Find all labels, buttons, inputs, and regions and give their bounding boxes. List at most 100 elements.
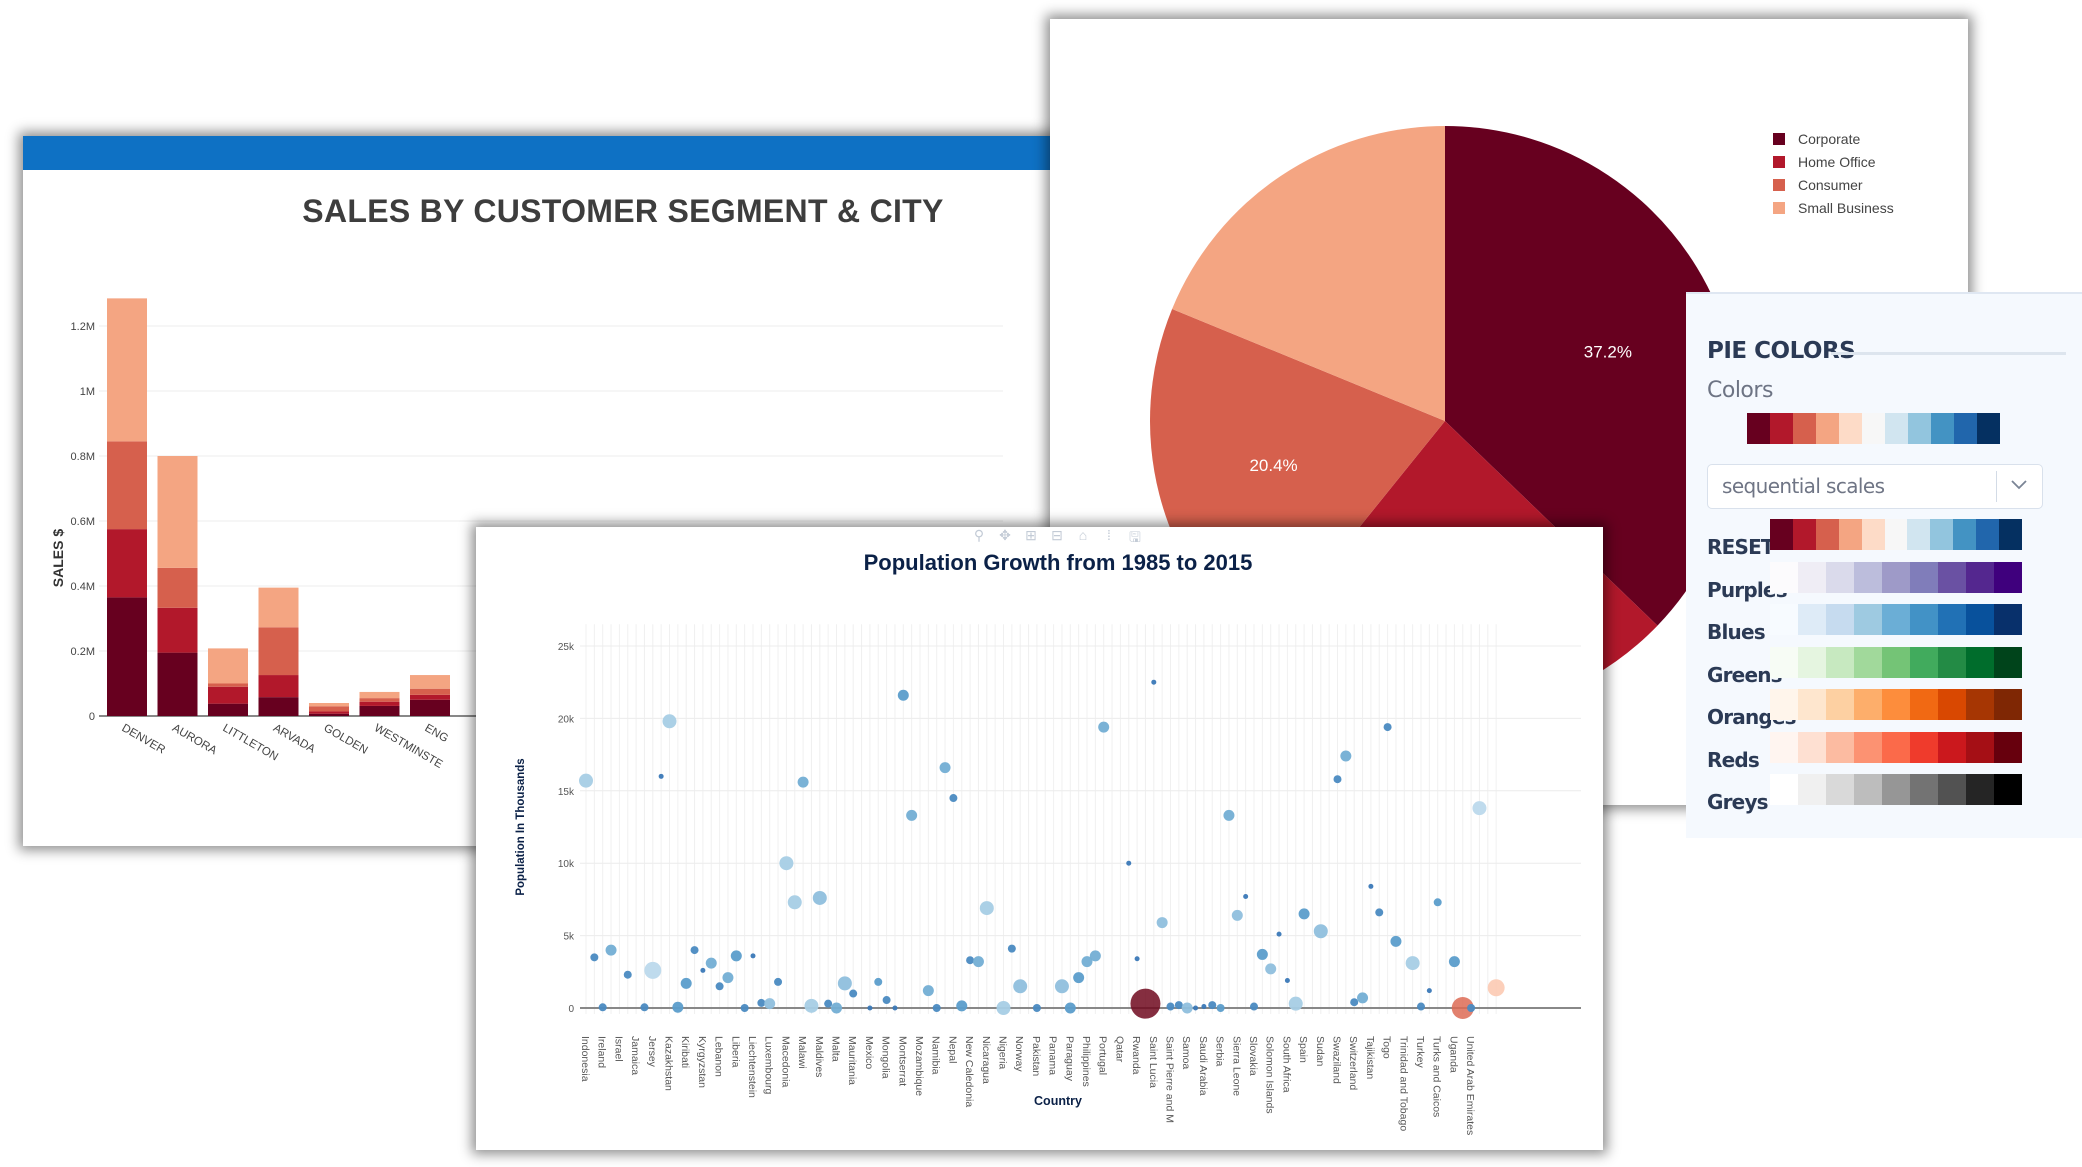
scatter-point bbox=[1298, 908, 1310, 920]
x-tick-label: Rwanda bbox=[1130, 1036, 1142, 1075]
color-swatch bbox=[1976, 519, 2000, 550]
x-tick-label: Malawi bbox=[796, 1036, 808, 1069]
x-tick-label: Saudi Arabia bbox=[1197, 1036, 1209, 1096]
color-swatch bbox=[1861, 519, 1885, 550]
x-tick-label: Liechtenstein bbox=[746, 1036, 758, 1098]
legend-swatch bbox=[1773, 156, 1785, 168]
x-tick-label: Liberia bbox=[729, 1036, 741, 1068]
scatter-chart: Population Growth from 1985 to 2015 0 5k 10… bbox=[515, 550, 1581, 1135]
scatter-point bbox=[700, 967, 706, 973]
x-tick-label: Mexico bbox=[863, 1036, 875, 1069]
scatter-point bbox=[874, 977, 883, 986]
x-tick-label: Jamaica bbox=[629, 1036, 641, 1075]
color-swatch bbox=[1966, 604, 1994, 635]
color-scale-option-oranges[interactable]: Oranges bbox=[1707, 689, 2022, 729]
color-scale-option-reset[interactable]: RESET bbox=[1707, 519, 2022, 559]
color-scale-swatches[interactable] bbox=[1770, 774, 2022, 805]
scatter-point bbox=[1174, 1001, 1183, 1010]
x-tick-label: Kyrgyzstan bbox=[696, 1036, 708, 1088]
color-scale-swatches[interactable] bbox=[1770, 646, 2022, 678]
scatter-point bbox=[906, 809, 918, 821]
legend-swatch bbox=[1773, 133, 1785, 145]
color-swatch bbox=[1994, 561, 2022, 593]
scatter-point bbox=[730, 950, 742, 962]
color-swatch bbox=[1999, 519, 2022, 550]
color-swatch bbox=[1854, 561, 1882, 593]
scatter-point bbox=[922, 985, 934, 997]
scatter-point bbox=[623, 970, 632, 979]
scatter-point bbox=[1073, 972, 1085, 984]
x-tick-label: Nepal bbox=[946, 1036, 958, 1063]
color-scale-option-greens[interactable]: Greens bbox=[1707, 646, 2022, 687]
scatter-point bbox=[690, 946, 699, 955]
scatter-point bbox=[1151, 679, 1157, 685]
bar-segment bbox=[208, 683, 248, 687]
color-swatch bbox=[1966, 689, 1994, 720]
color-scale-swatches[interactable] bbox=[1770, 689, 2022, 720]
scatter-point bbox=[1216, 1004, 1225, 1012]
bar-segment bbox=[258, 627, 299, 676]
color-scale-option-greys[interactable]: Greys bbox=[1707, 774, 2022, 814]
scatter-point bbox=[1181, 1002, 1193, 1014]
x-tick-label: Namibia bbox=[930, 1036, 942, 1075]
color-swatch bbox=[1884, 519, 1908, 550]
color-scale-swatches[interactable] bbox=[1770, 731, 2022, 763]
color-scale-option-purples[interactable]: Purples bbox=[1707, 561, 2022, 602]
legend-label: Corporate bbox=[1798, 131, 1860, 147]
color-swatch bbox=[1798, 774, 1826, 805]
x-tick-label: Mauritania bbox=[846, 1036, 858, 1085]
bar-segment bbox=[309, 713, 349, 716]
x-tick-label: Macedonia bbox=[779, 1036, 791, 1088]
scatter-point bbox=[824, 999, 833, 1008]
color-swatch bbox=[1770, 604, 1798, 635]
color-swatch bbox=[1798, 561, 1826, 593]
pie-slice-label: 37.2% bbox=[1584, 343, 1632, 362]
bar-segment bbox=[208, 703, 248, 716]
x-tick-label: Samoa bbox=[1180, 1036, 1192, 1069]
scatter-point bbox=[1089, 950, 1101, 962]
y-tick-label: 25k bbox=[558, 642, 575, 653]
scatter-point bbox=[658, 773, 664, 779]
color-scale-option-blues[interactable]: Blues bbox=[1707, 604, 2022, 644]
color-swatch bbox=[1770, 646, 1798, 678]
scatter-point bbox=[1333, 775, 1342, 784]
x-tick-label: Maldives bbox=[813, 1036, 825, 1077]
color-scale-swatches[interactable] bbox=[1770, 604, 2022, 635]
scatter-point bbox=[1032, 1004, 1041, 1012]
scatter-point bbox=[1383, 723, 1392, 732]
scatter-point bbox=[579, 773, 593, 788]
y-axis-title: Population In Thousands bbox=[515, 758, 527, 895]
color-swatch bbox=[1966, 646, 1994, 678]
color-swatch bbox=[1826, 774, 1854, 805]
scatter-point bbox=[1467, 1004, 1476, 1012]
x-tick-label: Togo bbox=[1381, 1036, 1393, 1059]
color-scale-swatches[interactable] bbox=[1770, 561, 2022, 593]
color-scale-option-reds[interactable]: Reds bbox=[1707, 731, 2022, 772]
scatter-point bbox=[1284, 977, 1290, 983]
scatter-point bbox=[1313, 924, 1328, 939]
color-swatch bbox=[1931, 413, 1954, 444]
x-tick-label: Kiribati bbox=[679, 1036, 691, 1068]
scatter-point bbox=[892, 1005, 898, 1011]
chevron-down-icon[interactable] bbox=[2008, 473, 2030, 495]
color-swatch bbox=[1826, 561, 1854, 593]
bar-segment bbox=[359, 698, 400, 702]
scatter-point bbox=[1487, 979, 1505, 997]
color-swatch bbox=[1854, 731, 1882, 763]
color-swatch bbox=[1882, 689, 1910, 720]
scatter-point bbox=[1375, 908, 1384, 917]
scatter-point bbox=[1013, 979, 1028, 994]
x-tick-label: Norway bbox=[1013, 1036, 1025, 1072]
color-scale-swatches[interactable] bbox=[1770, 519, 2022, 550]
color-swatch bbox=[1938, 774, 1966, 805]
x-tick-label: Uganda bbox=[1447, 1036, 1459, 1073]
scatter-point bbox=[939, 762, 951, 774]
bar-segment bbox=[107, 529, 147, 598]
x-tick-label: Sierra Leone bbox=[1230, 1036, 1242, 1096]
color-scale-select[interactable]: sequential scales bbox=[1707, 464, 2043, 509]
scatter-point bbox=[831, 1002, 842, 1014]
color-swatch bbox=[1977, 413, 2000, 444]
x-tick-label: AURORA bbox=[170, 722, 219, 757]
color-swatch bbox=[1854, 689, 1882, 720]
scatter-point bbox=[812, 890, 827, 905]
